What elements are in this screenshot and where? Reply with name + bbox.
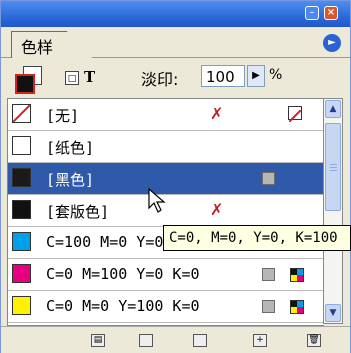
swatch-color-chip — [12, 296, 31, 315]
close-button[interactable]: × — [324, 6, 338, 20]
process-color-icon — [262, 268, 275, 281]
mouse-cursor-icon — [148, 188, 166, 213]
none-swatch-icon — [288, 106, 302, 123]
swatch-row[interactable]: [黑色] — [8, 163, 324, 195]
scroll-thumb[interactable] — [325, 123, 341, 211]
scroll-up-button[interactable]: ▲ — [325, 100, 341, 118]
swatch-row[interactable]: [纸色] — [8, 131, 324, 163]
swatch-color-chip — [12, 136, 31, 155]
cmyk-mode-icon — [290, 300, 304, 314]
swatch-label: C=0 M=100 Y=0 K=0 — [46, 265, 200, 283]
swatch-color-chip — [12, 232, 31, 251]
tint-unit: % — [269, 67, 283, 83]
swatch-color-chip — [12, 200, 31, 219]
panel-titlebar[interactable]: – × — [1, 1, 350, 27]
swatch-label: [套版色] — [46, 203, 110, 221]
swatch-row[interactable]: C=0 M=100 Y=0 K=0 — [8, 259, 324, 291]
swatch-color-chip — [12, 168, 31, 187]
swatch-row[interactable]: [套版色] ✗ — [8, 195, 324, 227]
tab-row: 色样 — [1, 27, 350, 58]
delete-swatch-icon[interactable]: 🗑 — [307, 334, 321, 347]
minimize-button[interactable]: – — [305, 6, 319, 20]
tint-slider-button[interactable]: ▶ — [247, 65, 265, 87]
show-gradient-swatches-icon[interactable] — [193, 334, 207, 347]
swatch-color-chip — [12, 264, 31, 283]
cmyk-mode-icon — [290, 268, 304, 282]
flyout-menu-icon[interactable]: ► — [323, 34, 341, 52]
process-color-icon — [262, 172, 275, 185]
swatch-row[interactable]: [无] ✗ — [8, 99, 324, 131]
swatch-label: [纸色] — [46, 139, 95, 157]
bottom-toolbar: ▤ + 🗑 — [1, 326, 350, 353]
show-color-swatches-icon[interactable] — [139, 334, 153, 347]
show-all-swatches-icon[interactable]: ▤ — [91, 334, 105, 347]
swatches-panel: – × 色样 ► □ T 淡印: ▶ % [无] ✗ [纸色] [黑色] [套版色] ✗ C… — [0, 0, 351, 353]
swatch-tooltip: C=0, M=0, Y=0, K=100 — [163, 225, 351, 251]
swatch-label: [无] — [46, 107, 80, 125]
cannot-edit-icon: ✗ — [210, 200, 224, 219]
process-color-icon — [262, 300, 275, 313]
text-formatting-icon[interactable]: T — [84, 68, 95, 86]
swatch-label: C=0 M=0 Y=100 K=0 — [46, 297, 200, 315]
container-formatting-icon[interactable]: □ — [65, 71, 79, 85]
tint-input[interactable] — [201, 65, 245, 87]
new-swatch-icon[interactable]: + — [253, 334, 267, 347]
swatch-toolbar: □ T 淡印: ▶ % — [1, 58, 350, 96]
swatch-row[interactable]: C=0 M=0 Y=100 K=0 — [8, 291, 324, 323]
fill-stroke-icon[interactable] — [15, 66, 42, 94]
tab-swatches-label: 色样 — [21, 38, 54, 57]
tint-label: 淡印: — [141, 70, 179, 89]
scroll-down-button[interactable]: ▼ — [325, 304, 341, 322]
cannot-edit-icon: ✗ — [210, 104, 224, 123]
scrollbar[interactable]: ▲ ▼ — [323, 98, 343, 324]
swatch-color-chip — [12, 104, 31, 123]
swatch-label: [黑色] — [46, 171, 95, 189]
